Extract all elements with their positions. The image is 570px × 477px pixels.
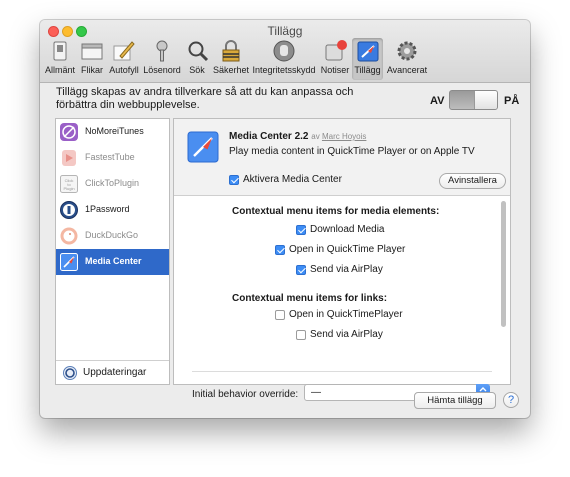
extension-item-clicktoplugin[interactable]: Click to Plugin ClickToPlugin: [56, 171, 169, 197]
toggle-knob: [474, 91, 497, 109]
override-value: —: [311, 387, 321, 398]
open-quicktime-label: Open in QuickTime Player: [289, 244, 406, 255]
extension-title: Media Center 2.2 av Marc Hoyois: [229, 131, 367, 142]
tab-passwords[interactable]: Lösenord: [143, 38, 181, 80]
download-media-label: Download Media: [310, 224, 385, 235]
link-open-quicktime-checkbox[interactable]: [275, 310, 285, 320]
notification-badge-icon: [325, 40, 347, 61]
media-center-icon: [60, 253, 78, 271]
tab-security[interactable]: Säkerhet: [212, 38, 250, 80]
extensions-description: Tillägg skapas av andra tillverkare så a…: [56, 86, 354, 111]
enable-extension-label: Aktivera Media Center: [243, 174, 342, 185]
download-media-checkbox[interactable]: [296, 225, 306, 235]
window-title: Tillägg: [267, 24, 303, 38]
updates-item[interactable]: Uppdateringar: [56, 360, 169, 384]
tab-search[interactable]: Sök: [185, 38, 209, 80]
author-link[interactable]: Marc Hoyois: [322, 132, 366, 141]
enable-extension-checkbox[interactable]: [229, 175, 239, 185]
onepassword-icon: [60, 201, 78, 219]
clicktoplugin-icon: ClicktoPlugin: [60, 175, 78, 193]
link-send-airplay-checkbox[interactable]: [296, 330, 306, 340]
extension-detail-pane: Media Center 2.2 av Marc Hoyois Play med…: [173, 118, 511, 401]
nomoreitunes-icon: [60, 123, 78, 141]
detail-scrollbar[interactable]: [501, 201, 506, 327]
extension-item-media-center[interactable]: Media Center: [56, 249, 169, 275]
pencil-icon: [113, 41, 135, 61]
extension-header: Media Center 2.2 av Marc Hoyois Play med…: [174, 119, 510, 196]
fastesttube-icon: [62, 150, 76, 166]
extensions-toggle[interactable]: [449, 90, 498, 110]
tab-autofill[interactable]: Autofyll: [108, 38, 140, 80]
duckduckgo-icon: [60, 227, 78, 245]
tab-tabs[interactable]: Flikar: [78, 38, 106, 80]
hand-icon: [273, 40, 295, 62]
tab-notifications[interactable]: Notiser: [319, 38, 351, 80]
update-refresh-icon: [63, 366, 77, 380]
tabs-icon: [81, 43, 103, 60]
override-label: Initial behavior override:: [192, 389, 299, 400]
link-open-quicktime-label: Open in QuickTimePlayer: [289, 309, 403, 320]
tab-extensions[interactable]: Tillägg: [352, 38, 383, 80]
svg-text:Plugin: Plugin: [63, 186, 74, 191]
toggle-on-label: PÅ: [504, 95, 520, 107]
links-section-title: Contextual menu items for links:: [232, 293, 388, 304]
media-center-large-icon: [187, 131, 219, 163]
send-airplay-checkbox[interactable]: [296, 265, 306, 275]
puzzle-compass-icon: [357, 41, 378, 62]
media-section-title: Contextual menu items for media elements…: [232, 206, 440, 217]
search-icon: [188, 41, 209, 62]
link-send-airplay-label: Send via AirPlay: [310, 329, 383, 340]
extension-item-nomoreitunes[interactable]: NoMoreiTunes: [56, 119, 169, 145]
help-button[interactable]: ?: [503, 392, 519, 408]
extension-byline: av Marc Hoyois: [311, 132, 367, 141]
send-airplay-label: Send via AirPlay: [310, 264, 383, 275]
lock-icon: [222, 40, 240, 62]
divider: [192, 371, 492, 372]
tab-advanced[interactable]: Avancerat: [386, 38, 428, 80]
extension-description: Play media content in QuickTime Player o…: [229, 146, 475, 157]
preferences-window: Tillägg Allmänt Flikar Autofyll Lösenord…: [40, 20, 530, 418]
toggle-off-label: AV: [430, 95, 445, 107]
key-icon: [156, 40, 168, 62]
gear-icon: [397, 41, 417, 61]
tab-privacy[interactable]: Integritetsskydd: [252, 38, 316, 80]
tab-general[interactable]: Allmänt: [44, 38, 76, 80]
uninstall-button[interactable]: Avinstallera: [439, 173, 506, 189]
extension-item-duckduckgo[interactable]: DuckDuckGo: [56, 223, 169, 249]
get-extensions-button[interactable]: Hämta tillägg: [414, 392, 496, 409]
general-switch-icon: [53, 41, 67, 61]
extension-item-1password[interactable]: 1Password: [56, 197, 169, 223]
open-quicktime-checkbox[interactable]: [275, 245, 285, 255]
extension-item-fastesttube[interactable]: FastestTube: [56, 145, 169, 171]
title-bar: Tillägg Allmänt Flikar Autofyll Lösenord…: [40, 20, 530, 83]
extensions-list: NoMoreiTunes FastestTube Click to Plugin C…: [55, 118, 170, 385]
